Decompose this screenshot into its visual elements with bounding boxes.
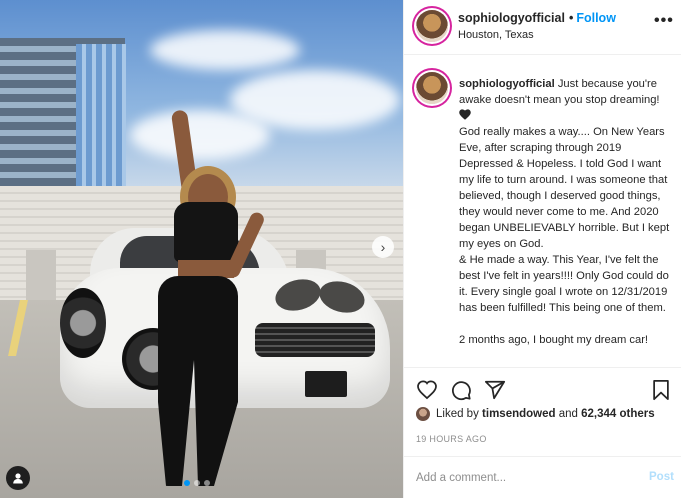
more-options-icon[interactable]: ••• <box>654 12 674 30</box>
bookmark-icon[interactable] <box>650 379 672 401</box>
carousel-next-button[interactable]: › <box>372 236 394 258</box>
heart-icon[interactable] <box>416 379 438 401</box>
gift-bow <box>271 270 385 350</box>
pillar <box>26 250 56 302</box>
liker-avatar[interactable] <box>416 407 430 421</box>
share-icon[interactable] <box>484 379 506 401</box>
likes-summary: Liked by timsendowed and 62,344 others <box>416 407 655 421</box>
post-photo[interactable]: › <box>0 0 403 498</box>
bow-loop <box>315 276 369 318</box>
liked-user[interactable]: timsendowed <box>482 408 555 420</box>
chevron-right-icon: › <box>380 239 386 255</box>
author-avatar[interactable] <box>416 10 448 42</box>
glass-building <box>76 44 126 188</box>
carousel-indicator <box>184 480 210 486</box>
comment-bar: Post <box>404 456 681 498</box>
liked-prefix: Liked by <box>436 408 479 420</box>
caption-area: sophiologyofficial Just because you're a… <box>404 56 681 368</box>
tagged-users-button[interactable] <box>6 466 30 490</box>
black-leggings <box>158 276 238 486</box>
action-bar <box>404 370 681 406</box>
black-top <box>174 202 238 262</box>
post-timestamp[interactable]: 19 HOURS AGO <box>416 434 487 444</box>
carousel-dot-active <box>184 480 190 486</box>
post-panel: sophiologyofficial • Follow Houston, Texas… <box>403 0 681 498</box>
carousel-dot <box>204 480 210 486</box>
liked-count[interactable]: 62,344 others <box>581 408 655 420</box>
comment-input[interactable] <box>416 469 636 487</box>
cloud <box>150 30 300 70</box>
bow-loop <box>271 274 325 316</box>
license-plate <box>305 371 347 397</box>
carousel-dot <box>194 480 200 486</box>
caption-line-1: sophiologyofficial Just because you're a… <box>459 76 671 124</box>
black-heart-icon <box>459 109 471 120</box>
separator-dot: • <box>568 11 574 25</box>
likes-text: Liked by timsendowed and 62,344 others <box>436 408 655 420</box>
woman-figure <box>150 109 267 490</box>
post-comment-button[interactable]: Post <box>649 471 674 483</box>
caption-username[interactable]: sophiologyofficial <box>459 78 555 90</box>
post-location[interactable]: Houston, Texas <box>458 29 534 41</box>
caption-line-2: God really makes a way.... On New Years … <box>459 126 670 250</box>
caption-avatar[interactable] <box>416 72 448 104</box>
author-line: sophiologyofficial • Follow <box>458 11 616 25</box>
caption-line-4: 2 months ago, I bought my dream car! <box>459 334 649 346</box>
follow-button[interactable]: Follow <box>576 11 616 25</box>
comment-icon[interactable] <box>450 379 472 401</box>
post-header: sophiologyofficial • Follow Houston, Texas… <box>404 0 681 55</box>
author-username[interactable]: sophiologyofficial <box>458 11 565 25</box>
front-left-wheel <box>60 288 106 358</box>
caption-line-3: & He made a way. This Year, I've felt th… <box>459 254 669 314</box>
liked-joiner: and <box>558 408 578 420</box>
user-tag-icon <box>13 473 23 484</box>
post-caption: sophiologyofficial Just because you're a… <box>459 76 671 348</box>
